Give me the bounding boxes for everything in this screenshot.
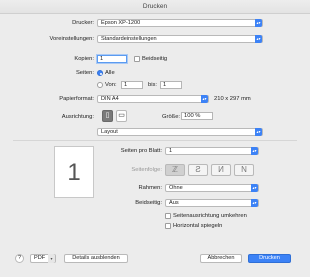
direction-label: Seitenfolge: xyxy=(131,167,162,173)
print-button[interactable]: Drucken xyxy=(248,254,291,263)
paper-size-text: 210 x 297 mm xyxy=(214,96,251,102)
help-icon: ? xyxy=(17,255,22,261)
landscape-button[interactable]: ▭ xyxy=(116,110,127,122)
portrait-button[interactable]: ▯ xyxy=(102,110,113,122)
pages-range-radio[interactable] xyxy=(97,82,103,88)
presets-select[interactable]: Standardeinstellungen ▴▾ xyxy=(97,35,263,43)
border-label: Rahmen: xyxy=(138,185,162,191)
printer-label: Drucker: xyxy=(72,20,94,26)
pages-to-field[interactable]: 1 xyxy=(160,81,182,89)
direction-reverse-z-button[interactable]: Ƨ xyxy=(188,164,208,176)
pages-to-label: bis: xyxy=(148,82,158,88)
pages-per-sheet-value: 1 xyxy=(169,148,173,154)
page-preview: 1 xyxy=(54,146,94,198)
printer-value: Epson XP-1200 xyxy=(101,20,141,26)
chevron-updown-icon: ▴▾ xyxy=(255,19,262,27)
pages-from-label: Von: xyxy=(105,82,117,88)
pages-per-sheet-select[interactable]: 1 ▴▾ xyxy=(165,147,259,155)
reverse-z-direction-icon: Ƨ xyxy=(195,165,201,174)
reverse-orientation-label: Seitenausrichtung umkehren xyxy=(173,213,247,219)
pdf-label: PDF xyxy=(34,255,46,261)
cancel-button[interactable]: Abbrechen xyxy=(200,254,242,263)
scale-label: Größe: xyxy=(162,114,181,120)
printer-select[interactable]: Epson XP-1200 ▴▾ xyxy=(97,19,263,27)
paper-value: DIN A4 xyxy=(101,96,119,102)
chevron-updown-icon: ▴▾ xyxy=(255,128,262,136)
reverse-n-direction-icon: N xyxy=(241,165,247,174)
presets-value: Standardeinstellungen xyxy=(101,36,157,42)
duplex-label: Beidseitig xyxy=(142,56,168,62)
help-button[interactable]: ? xyxy=(15,254,24,263)
section-divider xyxy=(13,140,297,141)
z-direction-icon: ℤ xyxy=(172,165,178,174)
two-sided-label: Beidseitig: xyxy=(135,200,162,206)
direction-z-button[interactable]: ℤ xyxy=(165,164,185,176)
landscape-icon: ▭ xyxy=(118,112,125,119)
flip-horizontal-label: Horizontal spiegeln xyxy=(173,223,223,229)
two-sided-value: Aus xyxy=(169,200,179,206)
copies-label: Kopien: xyxy=(74,56,94,62)
border-select[interactable]: Ohne ▴▾ xyxy=(165,184,259,192)
presets-label: Voreinstellungen: xyxy=(49,36,94,42)
pages-from-field[interactable]: 1 xyxy=(121,81,143,89)
chevron-updown-icon: ▴▾ xyxy=(255,35,262,43)
chevron-updown-icon: ▴▾ xyxy=(251,199,258,207)
print-dialog: Drucken Drucker: Epson XP-1200 ▴▾ Vorein… xyxy=(0,0,310,277)
chevron-updown-icon: ▴▾ xyxy=(201,95,208,103)
pages-per-sheet-label: Seiten pro Blatt: xyxy=(120,148,162,154)
pages-label: Seiten: xyxy=(75,70,94,76)
pages-all-label: Alle xyxy=(105,70,115,76)
pages-all-radio[interactable] xyxy=(97,70,103,76)
scale-field[interactable]: 100 % xyxy=(181,112,213,120)
orientation-label: Ausrichtung: xyxy=(61,114,94,120)
duplex-checkbox[interactable] xyxy=(134,56,140,62)
portrait-icon: ▯ xyxy=(105,112,110,119)
direction-n-button[interactable]: И xyxy=(211,164,231,176)
reverse-orientation-checkbox[interactable] xyxy=(165,213,171,219)
n-direction-icon: И xyxy=(218,165,224,174)
window-title: Drucken xyxy=(0,0,310,14)
two-sided-select[interactable]: Aus ▴▾ xyxy=(165,199,259,207)
pdf-menu-button[interactable]: PDF ▾ xyxy=(30,254,56,263)
border-value: Ohne xyxy=(169,185,183,191)
chevron-down-icon: ▾ xyxy=(48,254,55,263)
paper-select[interactable]: DIN A4 ▴▾ xyxy=(97,95,209,103)
direction-reverse-n-button[interactable]: N xyxy=(234,164,254,176)
section-value: Layout xyxy=(101,129,118,135)
copies-field[interactable]: 1 xyxy=(97,55,127,63)
chevron-updown-icon: ▴▾ xyxy=(251,184,258,192)
details-toggle-button[interactable]: Details ausblenden xyxy=(64,254,128,263)
paper-label: Papierformat: xyxy=(59,96,94,102)
section-select[interactable]: Layout ▴▾ xyxy=(97,128,263,136)
chevron-updown-icon: ▴▾ xyxy=(251,147,258,155)
preview-page-number: 1 xyxy=(67,159,81,186)
flip-horizontal-checkbox[interactable] xyxy=(165,223,171,229)
